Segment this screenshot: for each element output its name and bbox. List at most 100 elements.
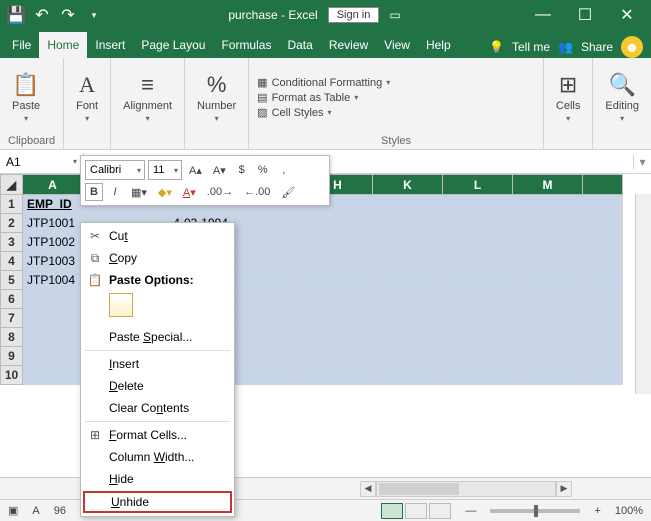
cell[interactable] [583,366,623,385]
cell[interactable] [583,347,623,366]
zoom-slider[interactable] [490,509,580,513]
row-header[interactable]: 5 [1,271,23,290]
scroll-track[interactable] [376,481,556,497]
font-size-combo[interactable]: 11 [148,160,182,180]
decrease-font-icon[interactable]: A▾ [209,162,230,179]
sign-in-button[interactable]: Sign in [328,7,380,23]
cell[interactable] [513,366,583,385]
cell[interactable] [513,328,583,347]
cell[interactable] [373,309,443,328]
cell[interactable] [233,290,303,309]
ribbon-display-icon[interactable]: ▭ [389,8,400,22]
cell[interactable] [443,366,513,385]
cell-styles-button[interactable]: ▨Cell Styles ▾ [257,106,390,119]
cell[interactable] [373,214,443,233]
col-header-A[interactable]: A [23,175,83,195]
cell[interactable] [303,252,373,271]
cell[interactable] [303,347,373,366]
cell[interactable]: JTP1001 [23,214,83,233]
normal-view-button[interactable] [381,503,403,519]
col-header-L[interactable]: L [443,175,513,195]
share-icon[interactable]: 👥 [558,40,573,54]
format-painter-icon[interactable]: 🖌 [277,184,299,201]
cell[interactable] [233,366,303,385]
tell-me[interactable]: Tell me [512,40,550,54]
font-button[interactable]: A Font ▾ [72,70,102,125]
cell[interactable] [513,347,583,366]
cell[interactable]: JTP1003 [23,252,83,271]
cell[interactable] [373,252,443,271]
cell[interactable] [303,271,373,290]
cell[interactable] [583,328,623,347]
tab-page-layout[interactable]: Page Layou [133,32,213,58]
cell[interactable] [583,233,623,252]
cell[interactable] [513,309,583,328]
paste-button[interactable]: 📋 Paste ▾ [8,70,44,125]
percent-icon[interactable]: % [254,162,272,178]
tab-home[interactable]: Home [39,32,87,58]
qat-customize-icon[interactable]: ▾ [82,3,106,27]
cell[interactable] [583,214,623,233]
expand-formula-bar[interactable]: ▾ [633,155,651,169]
menu-cut[interactable]: ✂Cut [81,225,234,247]
cell[interactable] [23,347,83,366]
row-header[interactable]: 10 [1,366,23,385]
row-header[interactable]: 2 [1,214,23,233]
col-header-M[interactable]: M [513,175,583,195]
zoom-in-button[interactable]: + [594,505,600,517]
font-family-combo[interactable]: Calibri [85,160,145,180]
cell[interactable] [513,195,583,214]
italic-button[interactable]: I [106,184,124,200]
cell[interactable] [303,233,373,252]
cell[interactable] [373,233,443,252]
tab-insert[interactable]: Insert [87,32,133,58]
menu-paste-special[interactable]: Paste Special... [81,326,234,348]
cell[interactable] [303,214,373,233]
cell[interactable] [233,271,303,290]
cells-button[interactable]: ⊞ Cells ▾ [552,70,584,125]
increase-font-icon[interactable]: A▴ [185,162,206,179]
cell[interactable] [373,366,443,385]
paste-option-icon[interactable] [109,293,133,317]
col-header-K[interactable]: K [373,175,443,195]
cell[interactable] [373,195,443,214]
cell[interactable] [233,309,303,328]
menu-clear-contents[interactable]: Clear Contents [81,397,234,419]
cell[interactable] [303,290,373,309]
cell[interactable] [583,309,623,328]
undo-icon[interactable]: ↶ [30,3,54,27]
menu-format-cells[interactable]: ⊞Format Cells... [81,424,234,446]
cell[interactable] [233,252,303,271]
zoom-thumb[interactable] [534,505,538,517]
row-header[interactable]: 3 [1,233,23,252]
tab-data[interactable]: Data [279,32,320,58]
page-layout-view-button[interactable] [405,503,427,519]
cell[interactable] [583,252,623,271]
cell[interactable]: JTP1002 [23,233,83,252]
row-header[interactable]: 7 [1,309,23,328]
row-header[interactable]: 1 [1,195,23,214]
cell[interactable] [513,252,583,271]
cell[interactable] [373,347,443,366]
lightbulb-icon[interactable]: 💡 [489,40,504,54]
cell[interactable] [513,233,583,252]
cell[interactable] [513,214,583,233]
cell[interactable] [443,271,513,290]
cell[interactable] [373,290,443,309]
cell[interactable] [443,195,513,214]
tab-help[interactable]: Help [418,32,459,58]
record-macro-icon[interactable]: ▣ [8,504,18,517]
alignment-button[interactable]: ≡ Alignment ▾ [119,70,176,125]
tab-formulas[interactable]: Formulas [213,32,279,58]
fill-color-icon[interactable]: ◆▾ [154,184,176,201]
horizontal-scrollbar[interactable]: ◀ ▶ [360,481,572,497]
cell[interactable] [303,328,373,347]
cell[interactable] [373,271,443,290]
tab-file[interactable]: File [4,32,39,58]
cell[interactable]: JTP1004 [23,271,83,290]
cell[interactable] [303,309,373,328]
close-button[interactable]: ✕ [607,0,647,30]
cell[interactable]: EMP_ID [23,195,83,214]
scroll-left-icon[interactable]: ◀ [360,481,376,497]
cell[interactable] [23,366,83,385]
